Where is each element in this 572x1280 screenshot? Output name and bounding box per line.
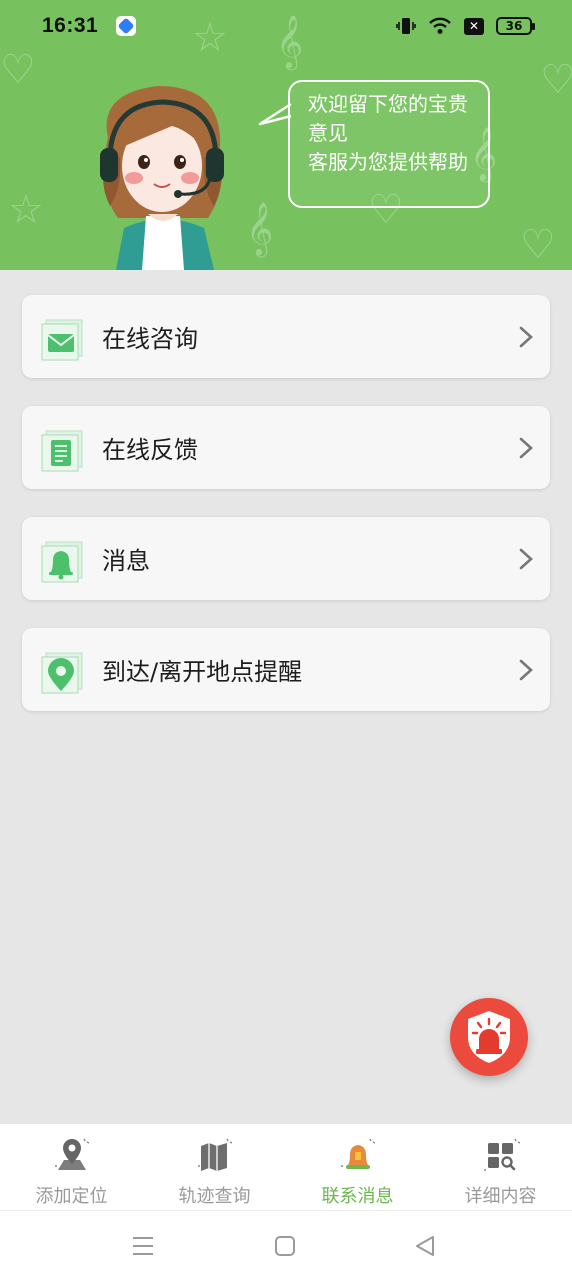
app-screen: ♡ ☆ 𝄞 ☆ ♡ 𝄞 ♡ 𝄞 ♡ 16:31 ✕ 36 欢迎留下您的宝贵意见 … (0, 0, 572, 1280)
wifi-icon (429, 17, 451, 34)
folded-map-icon (197, 1138, 232, 1171)
back-icon[interactable] (414, 1235, 436, 1257)
app-notification-icon (116, 16, 137, 36)
bottom-navigation: 添加定位 轨迹查询 联系消息 详细内容 (0, 1123, 572, 1210)
map-pin-icon (54, 1138, 89, 1170)
tab-contact-messages[interactable]: 联系消息 (286, 1124, 429, 1211)
bubble-text-line2: 客服为您提供帮助 (308, 150, 468, 174)
menu-item-label: 消息 (102, 547, 150, 575)
bell-icon (340, 1138, 375, 1169)
speech-bubble-tail (258, 102, 292, 126)
grid-search-icon (483, 1138, 520, 1171)
welcome-speech-bubble: 欢迎留下您的宝贵意见 客服为您提供帮助 (288, 80, 490, 208)
tab-label: 详细内容 (464, 1186, 537, 1207)
menu-item-messages[interactable]: 消息 (22, 517, 550, 600)
tab-label: 联系消息 (321, 1186, 394, 1207)
home-icon[interactable] (274, 1235, 296, 1257)
status-time: 16:31 (42, 14, 99, 37)
tab-label: 轨迹查询 (178, 1186, 251, 1207)
menu-item-online-consult[interactable]: 在线咨询 (22, 295, 550, 378)
chevron-right-icon (519, 326, 533, 348)
alarm-siren-icon (468, 1011, 510, 1063)
no-sim-icon: ✕ (464, 17, 484, 35)
status-icons: ✕ 36 (396, 17, 535, 35)
header-banner: ♡ ☆ 𝄞 ☆ ♡ 𝄞 ♡ 𝄞 ♡ 16:31 ✕ 36 欢迎留下您的宝贵意见 … (0, 0, 572, 270)
tab-details[interactable]: 详细内容 (429, 1124, 572, 1211)
heart-decoration-icon: ♡ (0, 47, 36, 93)
service-menu: 在线咨询 在线反馈 消息 到达/离开地点提醒 (22, 295, 550, 739)
status-bar: 16:31 ✕ 36 (0, 0, 572, 52)
bubble-text-line1: 欢迎留下您的宝贵意见 (308, 92, 468, 145)
chevron-right-icon (519, 659, 533, 681)
tab-add-location[interactable]: 添加定位 (0, 1124, 143, 1211)
menu-item-place-reminder[interactable]: 到达/离开地点提醒 (22, 628, 550, 711)
vibrate-icon (396, 18, 416, 34)
location-pin-icon (41, 652, 83, 694)
tab-track-query[interactable]: 轨迹查询 (143, 1124, 286, 1211)
bell-icon (41, 541, 83, 583)
envelope-icon (41, 319, 83, 361)
chevron-right-icon (519, 437, 533, 459)
menu-item-label: 在线反馈 (102, 436, 198, 464)
tab-label: 添加定位 (35, 1186, 108, 1207)
system-navigation-bar (0, 1210, 572, 1280)
customer-service-avatar (100, 86, 224, 270)
music-note-decoration-icon: 𝄞 (246, 201, 274, 255)
battery-icon: 36 (496, 17, 535, 35)
menu-icon[interactable] (132, 1235, 154, 1257)
menu-item-online-feedback[interactable]: 在线反馈 (22, 406, 550, 489)
star-decoration-icon: ☆ (8, 187, 44, 233)
document-icon (41, 430, 83, 472)
menu-item-label: 到达/离开地点提醒 (102, 658, 303, 686)
chevron-right-icon (519, 548, 533, 570)
emergency-alarm-button[interactable] (450, 998, 528, 1076)
menu-item-label: 在线咨询 (102, 325, 198, 353)
heart-decoration-icon: ♡ (540, 57, 572, 103)
heart-decoration-icon: ♡ (520, 222, 556, 268)
